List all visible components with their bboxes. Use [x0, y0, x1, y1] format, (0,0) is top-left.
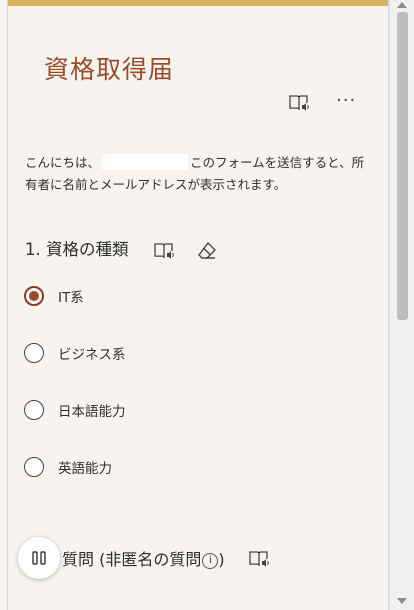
form-title: 資格取得届 — [44, 55, 175, 84]
immersive-reader-icon[interactable] — [248, 548, 272, 570]
accent-bar — [8, 0, 388, 6]
question-2-title-text: 質問 (非匿名の質問 — [62, 550, 202, 569]
scrollbar[interactable] — [389, 0, 414, 610]
scroll-down-arrow-icon[interactable] — [397, 598, 407, 604]
scroll-thumb[interactable] — [397, 12, 408, 320]
more-options-icon[interactable]: ··· — [336, 90, 360, 112]
radio-unselected[interactable] — [24, 343, 44, 363]
immersive-reader-icon[interactable] — [153, 240, 177, 262]
option-japanese[interactable]: 日本語能力 — [24, 395, 324, 425]
question-2-title-suffix: ) — [218, 550, 225, 569]
option-it[interactable]: IT系 — [24, 281, 324, 311]
option-label: 英語能力 — [58, 461, 112, 477]
scroll-up-arrow-icon[interactable] — [397, 2, 407, 8]
option-label: 日本語能力 — [58, 404, 126, 420]
option-business[interactable]: ビジネス系 — [24, 338, 324, 368]
option-english[interactable]: 英語能力 — [24, 452, 324, 482]
eraser-icon[interactable] — [196, 240, 218, 262]
question-2-title: 質問 (非匿名の質問 i) — [62, 546, 225, 570]
option-label: IT系 — [58, 290, 84, 306]
radio-selected[interactable] — [24, 286, 44, 306]
redacted-name — [102, 154, 189, 170]
radio-unselected[interactable] — [24, 400, 44, 420]
question-1-title: 1. 資格の種類 — [25, 240, 129, 259]
pause-button[interactable] — [18, 537, 60, 579]
info-icon[interactable]: i — [202, 553, 219, 569]
pause-icon — [32, 551, 46, 565]
radio-unselected[interactable] — [24, 457, 44, 477]
intro-prefix: こんにちは、 — [25, 155, 101, 170]
form-panel: 資格取得届 ··· こんにちは、 このフォームを送信すると、所有者に名前とメールア… — [7, 0, 389, 610]
option-label: ビジネス系 — [58, 347, 126, 363]
intro-text: こんにちは、 このフォームを送信すると、所有者に名前とメールアドレスが表示されます… — [25, 152, 375, 196]
immersive-reader-icon[interactable] — [288, 92, 312, 114]
